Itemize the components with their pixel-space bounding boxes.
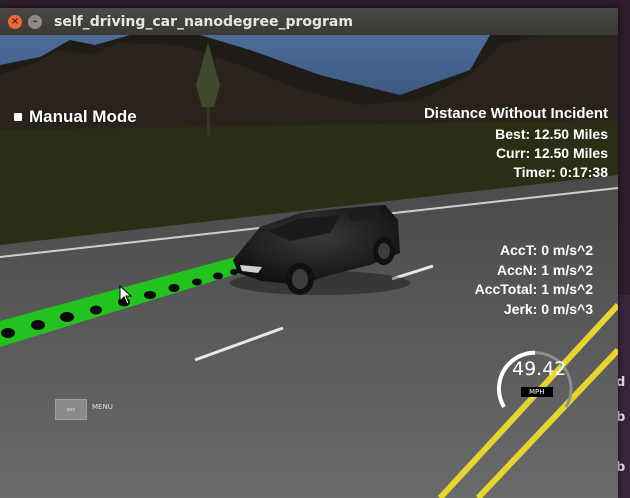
simulator-window: × – self_driving_car_nanodegree_program (0, 8, 618, 498)
window-title: self_driving_car_nanodegree_program (54, 13, 353, 30)
distance-heading: Distance Without Incident (423, 105, 608, 122)
title-bar[interactable]: × – self_driving_car_nanodegree_program (0, 8, 618, 35)
jerk: Jerk: 0 m/s^3 (503, 300, 593, 317)
mode-indicator: Manual Mode (14, 107, 137, 127)
menu-label: MENU (92, 403, 113, 411)
speedometer-gauge (497, 350, 573, 409)
distance-stats: Distance Without Incident Best: 12.50 Mi… (424, 103, 608, 182)
esc-button[interactable]: esc (55, 399, 87, 420)
minimize-icon[interactable]: – (28, 14, 42, 29)
acceleration-stats: AccT: 0 m/s^2 AccN: 1 m/s^2 AccTotal: 1 … (475, 241, 593, 319)
speed-value: 49.42 (512, 358, 567, 380)
acc-n: AccN: 1 m/s^2 (496, 261, 593, 278)
speed-unit: MPH (521, 387, 553, 397)
close-icon[interactable]: × (8, 14, 22, 29)
game-viewport[interactable]: Manual Mode Distance Without Incident Be… (0, 35, 618, 498)
mode-label: Manual Mode (29, 107, 137, 126)
acc-t: AccT: 0 m/s^2 (500, 242, 593, 258)
best-distance: Best: 12.50 Miles (495, 126, 608, 142)
current-distance: Curr: 12.50 Miles (495, 145, 608, 161)
mode-checkbox-icon (14, 113, 22, 121)
mouse-cursor-icon (119, 285, 133, 305)
acc-total: AccTotal: 1 m/s^2 (474, 281, 593, 297)
timer: Timer: 0:17:38 (513, 164, 608, 180)
